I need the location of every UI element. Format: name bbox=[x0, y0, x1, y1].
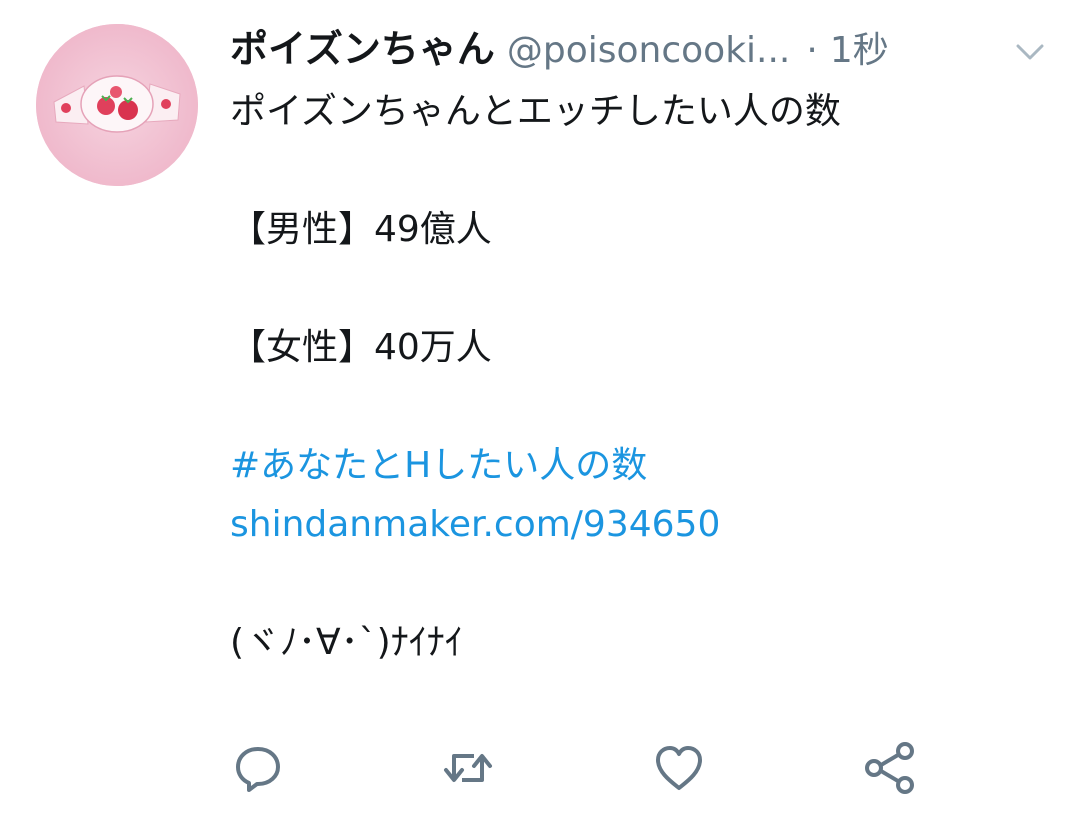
user-handle[interactable]: @poisoncooki... bbox=[507, 30, 791, 71]
reply-button[interactable] bbox=[230, 740, 286, 796]
tweet-actions bbox=[0, 740, 1080, 796]
url-link[interactable]: shindanmaker.com/934650 bbox=[230, 495, 1050, 554]
heart-icon bbox=[656, 746, 702, 790]
avatar[interactable] bbox=[36, 24, 198, 186]
retweet-button[interactable] bbox=[440, 740, 496, 796]
tweet-menu-button[interactable] bbox=[1010, 38, 1050, 64]
reply-icon bbox=[236, 747, 280, 792]
tweet[interactable]: ポイズンちゃん @poisoncooki... · 1秒 ポイズンちゃんとエッチ… bbox=[0, 0, 1080, 815]
tweet-line-title: ポイズンちゃんとエッチしたい人の数 bbox=[230, 91, 841, 132]
strawberry-candy-avatar-icon bbox=[36, 24, 198, 186]
separator-dot: · bbox=[806, 30, 818, 71]
retweet-icon bbox=[444, 754, 492, 782]
tweet-line-female: 【女性】40万人 bbox=[230, 327, 492, 368]
tweet-line-male: 【男性】49億人 bbox=[230, 209, 492, 250]
tweet-line-emoticon: (ヾﾉ･∀･`)ﾅｲﾅｲ bbox=[230, 622, 463, 663]
hashtag-link[interactable]: #あなたとHしたい人の数 bbox=[230, 436, 1050, 495]
timestamp[interactable]: 1秒 bbox=[830, 21, 889, 73]
display-name[interactable]: ポイズンちゃん bbox=[230, 18, 495, 73]
chevron-down-icon bbox=[1016, 44, 1044, 60]
tweet-text: ポイズンちゃんとエッチしたい人の数 【男性】49億人 【女性】40万人 #あなた… bbox=[230, 82, 1050, 672]
tweet-header: ポイズンちゃん @poisoncooki... · 1秒 bbox=[230, 18, 1030, 82]
share-button[interactable] bbox=[862, 740, 918, 796]
like-button[interactable] bbox=[651, 740, 707, 796]
share-icon bbox=[865, 742, 914, 794]
